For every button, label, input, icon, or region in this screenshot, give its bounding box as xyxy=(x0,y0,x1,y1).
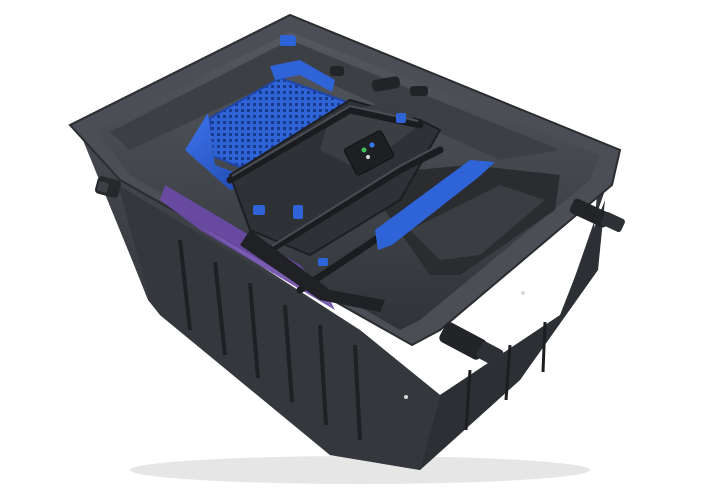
status-led-white xyxy=(366,155,370,159)
status-led-green xyxy=(361,147,367,153)
ground-shadow xyxy=(130,456,590,484)
rim-blue-fitting xyxy=(280,36,296,46)
outlet-front xyxy=(439,322,504,367)
product-photo xyxy=(0,0,707,500)
status-led-blue xyxy=(369,142,375,148)
